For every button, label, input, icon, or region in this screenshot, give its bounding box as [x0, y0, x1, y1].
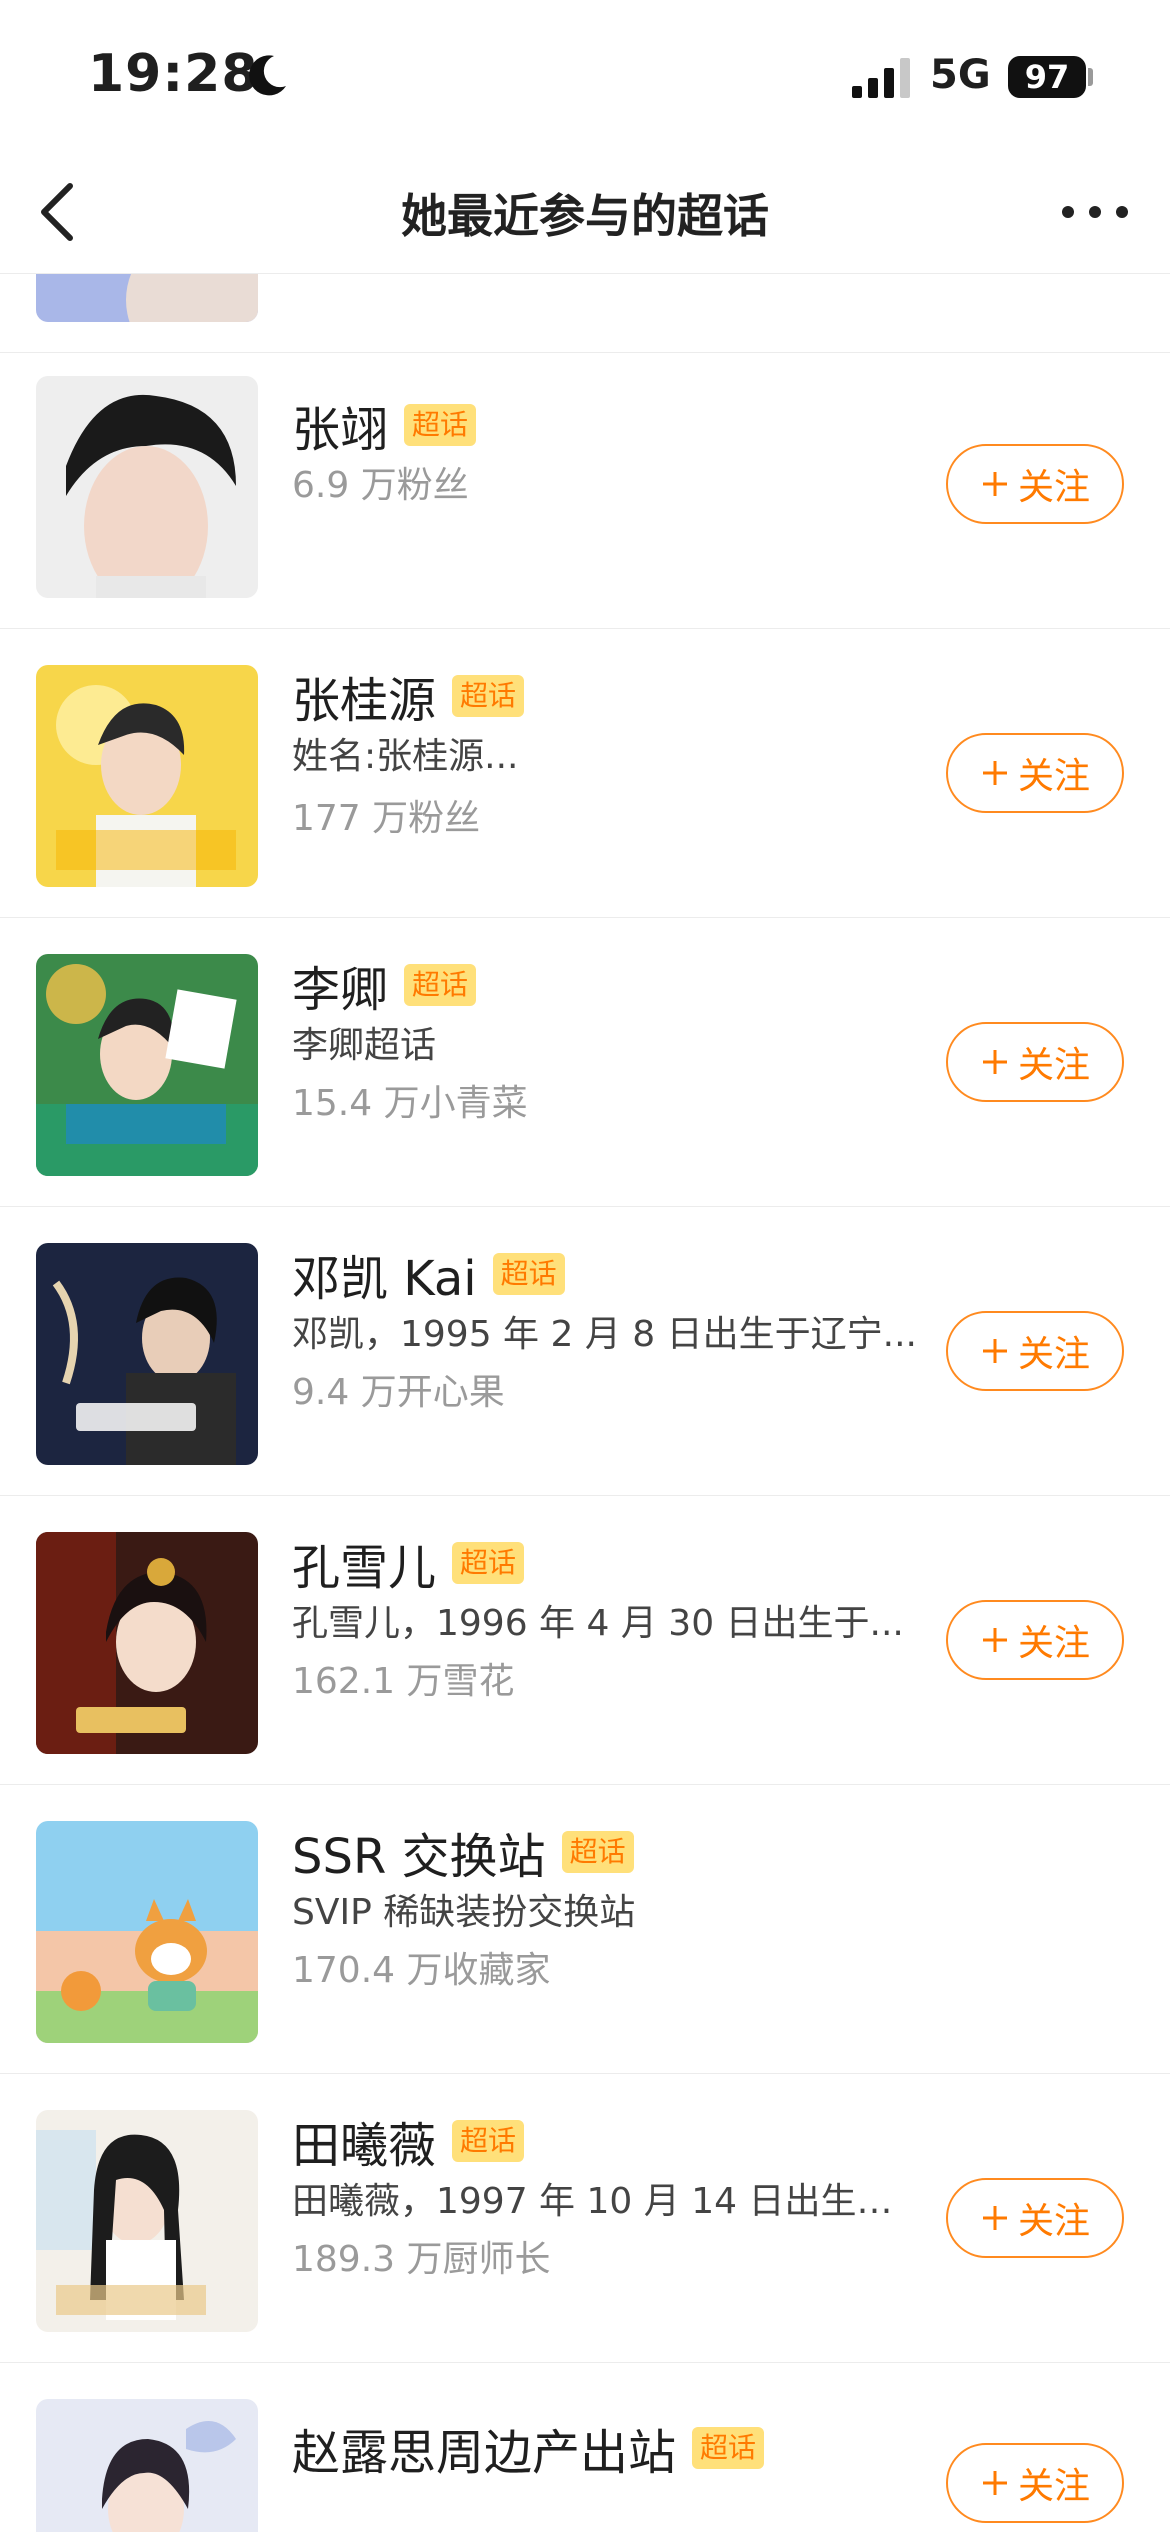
follow-label: 关注: [1017, 467, 1090, 508]
topic-thumbnail: [36, 1532, 258, 1754]
more-dots-icon[interactable]: [1050, 180, 1140, 244]
plus-icon: [982, 1628, 1007, 1652]
topic-description: SVIP 稀缺装扮交换站: [292, 1892, 636, 1933]
follow-label: 关注: [1017, 2466, 1090, 2507]
follow-label: 关注: [1017, 756, 1090, 797]
topic-thumbnail: [36, 274, 258, 322]
follow-button[interactable]: 关注: [946, 1311, 1124, 1391]
topic-name[interactable]: 赵露思周边产出站: [292, 2413, 676, 2483]
status-time: 19:28: [88, 44, 259, 104]
topic-name[interactable]: 张桂源: [292, 661, 436, 731]
topic-thumbnail: [36, 2110, 258, 2332]
topic-thumbnail: [36, 1821, 258, 2043]
list-item[interactable]: 孔雪儿 超话 孔雪儿，1996 年 4 月 30 日出生于... 162.1 万…: [0, 1496, 1170, 1785]
fan-count: 189.3 万厨师长: [292, 2239, 551, 2280]
supertopic-badge: 超话: [692, 2427, 765, 2469]
plus-icon: [982, 761, 1007, 785]
list-item[interactable]: 张翊 超话 6.9 万粉丝 关注: [0, 340, 1170, 629]
navigation-bar: 她最近参与的超话: [0, 150, 1170, 274]
plus-icon: [982, 2471, 1007, 2495]
follow-button[interactable]: 关注: [946, 733, 1124, 813]
topic-thumbnail: [36, 665, 258, 887]
moon-icon: [249, 55, 286, 96]
supertopic-badge: 超话: [452, 675, 525, 717]
signal-icon: [852, 58, 910, 98]
page-title: 她最近参与的超话: [401, 189, 769, 243]
battery-indicator: 97: [1008, 56, 1086, 98]
topic-name[interactable]: 田曦薇: [292, 2106, 436, 2176]
topic-description: 姓名:张桂源...: [292, 736, 519, 777]
follow-label: 关注: [1017, 1045, 1090, 1086]
topic-name[interactable]: 李卿: [292, 950, 388, 1020]
follow-label: 关注: [1017, 1334, 1090, 1375]
supertopic-badge: 超话: [404, 404, 477, 446]
list-item[interactable]: SSR 交换站 超话 SVIP 稀缺装扮交换站 170.4 万收藏家: [0, 1785, 1170, 2074]
topic-name[interactable]: SSR 交换站: [292, 1817, 546, 1887]
list-item[interactable]: 田曦薇 超话 田曦薇，1997 年 10 月 14 日出生于... 189.3 …: [0, 2074, 1170, 2363]
supertopic-list: 张翊 超话 6.9 万粉丝 关注 张桂源 超话 姓名:张桂源... 177 万粉…: [0, 274, 1170, 2532]
follow-button[interactable]: 关注: [946, 2178, 1124, 2258]
fan-count: 170.4 万收藏家: [292, 1950, 551, 1991]
topic-description: 邓凯，1995 年 2 月 8 日出生于辽宁...: [292, 1314, 917, 1355]
topic-description: 田曦薇，1997 年 10 月 14 日出生于...: [292, 2181, 922, 2222]
topic-description: 孔雪儿，1996 年 4 月 30 日出生于...: [292, 1603, 904, 1644]
supertopic-badge: 超话: [492, 1253, 565, 1295]
network-label: 5G: [930, 52, 991, 98]
topic-thumbnail: [36, 954, 258, 1176]
topic-name[interactable]: 邓凯 Kai: [292, 1239, 477, 1309]
topic-name[interactable]: 孔雪儿: [292, 1528, 436, 1598]
follow-button[interactable]: 关注: [946, 2443, 1124, 2523]
fan-count: 162.1 万雪花: [292, 1661, 515, 1702]
topic-thumbnail: [36, 376, 258, 598]
topic-description: 李卿超话: [292, 1025, 437, 1066]
follow-label: 关注: [1017, 2201, 1090, 2242]
list-item[interactable]: 张桂源 超话 姓名:张桂源... 177 万粉丝 关注: [0, 629, 1170, 918]
fan-count: 9.4 万开心果: [292, 1372, 505, 1413]
topic-thumbnail: [36, 1243, 258, 1465]
list-item[interactable]: 赵露思周边产出站 超话 关注: [0, 2363, 1170, 2532]
supertopic-badge: 超话: [452, 1542, 525, 1584]
follow-button[interactable]: 关注: [946, 1022, 1124, 1102]
list-item[interactable]: 李卿 超话 李卿超话 15.4 万小青菜 关注: [0, 918, 1170, 1207]
status-bar: 19:28 5G 97: [0, 0, 1170, 150]
list-item[interactable]: 邓凯 Kai 超话 邓凯，1995 年 2 月 8 日出生于辽宁... 9.4 …: [0, 1207, 1170, 1496]
fan-count: 6.9 万粉丝: [292, 465, 469, 506]
plus-icon: [982, 1050, 1007, 1074]
plus-icon: [982, 2206, 1007, 2230]
battery-tip: [1088, 68, 1093, 86]
topic-thumbnail: [36, 2399, 258, 2532]
supertopic-badge: 超话: [452, 2120, 525, 2162]
plus-icon: [982, 472, 1007, 496]
supertopic-badge: 超话: [561, 1831, 634, 1873]
topic-name[interactable]: 张翊: [292, 390, 388, 460]
plus-icon: [982, 1339, 1007, 1363]
fan-count: 177 万粉丝: [292, 798, 481, 839]
follow-button[interactable]: 关注: [946, 1600, 1124, 1680]
supertopic-badge: 超话: [404, 964, 477, 1006]
follow-button[interactable]: 关注: [946, 444, 1124, 524]
follow-label: 关注: [1017, 1623, 1090, 1664]
fan-count: 15.4 万小青菜: [292, 1083, 528, 1124]
